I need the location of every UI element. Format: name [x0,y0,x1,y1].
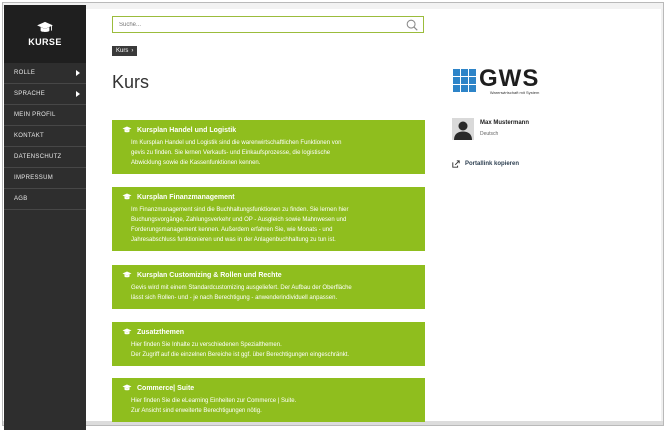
course-card-title: Kursplan Finanzmanagement [137,193,235,201]
course-card-zusatzthemen[interactable]: Zusatzthemen Hier finden Sie Inhalte zu … [112,322,425,366]
logo-square [469,77,476,84]
graduation-cap-icon [122,384,132,391]
course-card-header: Kursplan Handel und Logistik [122,126,417,134]
description-line: Im Finanzmanagement sind die Buchhaltung… [131,207,349,213]
sidebar-item-rolle[interactable]: ROLLE [4,63,86,84]
sidebar-logo[interactable]: KURSE [4,5,86,63]
logo-square [453,77,460,84]
description-line: gevis zu finden. Sie lernen Verkaufs- un… [131,150,331,156]
gws-logo-squares [453,69,476,92]
portal-link-label: Portallink kopieren [465,161,520,167]
description-line: Abwicklung sowie die Kassenfunktionen ke… [131,160,261,166]
graduation-cap-icon [122,328,132,335]
chevron-right-icon: › [131,48,134,54]
course-card-header: Kursplan Finanzmanagement [122,193,417,201]
right-edge-bar [661,9,663,425]
logo-square [453,85,460,92]
description-line: Der Zugriff auf die einzelnen Bereiche i… [131,352,350,358]
user-profile[interactable]: Max Mustermann Deutsch [452,118,529,140]
logo-square [461,69,468,76]
logo-square [461,85,468,92]
course-card-description: Im Finanzmanagement sind die Buchhaltung… [122,205,417,245]
description-line: Forderungsmanagement kennen. Außerdem er… [131,227,333,233]
external-link-icon [452,160,460,168]
gws-logo: GWS Warenwirtschaft mit System [453,65,540,96]
course-card-header: Zusatzthemen [122,328,417,336]
course-card-description: Im Kursplan Handel und Logistik sind die… [122,138,417,168]
logo-square [469,69,476,76]
description-line: Buchungsvorgänge, Zahlungsverkehr und OP… [131,217,347,223]
description-line: Im Kursplan Handel und Logistik sind die… [131,140,342,146]
page-title: Kurs [112,72,150,92]
search-input[interactable] [113,21,405,28]
sidebar-item-label: ROLLE [14,70,36,76]
description-line: Jahresabschluss funktionieren und was in… [131,237,336,243]
profile-info: Max Mustermann Deutsch [480,118,529,137]
course-card-commerce-suite[interactable]: Commerce| Suite Hier finden Sie die eLea… [112,378,425,422]
logo-square [469,85,476,92]
sidebar-brand: KURSE [28,37,62,47]
logo-square [461,77,468,84]
sidebar: KURSE ROLLE SPRACHE MEIN PROFIL KONTAKT … [4,5,86,430]
course-card-header: Commerce| Suite [122,384,417,392]
course-card-title: Commerce| Suite [137,384,195,392]
course-card-description: Gevis wird mit einem Standardcustomizing… [122,283,417,303]
course-card-title: Kursplan Customizing & Rollen und Rechte [137,271,282,279]
sidebar-item-datenschutz[interactable]: DATENSCHUTZ [4,147,86,168]
description-line: Zur Ansicht sind erweiterte Berechtigung… [131,408,262,414]
user-silhouette-icon [454,121,472,140]
course-card-description: Hier finden Sie die eLearning Einheiten … [122,396,417,416]
course-card-title: Kursplan Handel und Logistik [137,126,237,134]
breadcrumb[interactable]: Kurs › [112,46,138,56]
graduation-cap-icon [37,21,53,32]
graduation-cap-icon [122,193,132,200]
description-line: Hier finden Sie die eLearning Einheiten … [131,398,297,404]
sidebar-item-mein-profil[interactable]: MEIN PROFIL [4,105,86,126]
search-box [112,16,424,33]
graduation-cap-icon [122,126,132,133]
sidebar-item-label: DATENSCHUTZ [14,154,62,160]
profile-name: Max Mustermann [480,120,530,126]
course-card-title: Zusatzthemen [137,328,185,336]
description-line: Gevis wird mit einem Standardcustomizing… [131,285,352,291]
course-card-handel-logistik[interactable]: Kursplan Handel und Logistik Im Kursplan… [112,120,425,174]
sidebar-item-agb[interactable]: AGB [4,189,86,210]
breadcrumb-label: Kurs [116,48,129,54]
submenu-arrow-icon [76,91,80,97]
gws-logo-word: GWS [479,65,540,92]
course-card-header: Kursplan Customizing & Rollen und Rechte [122,271,417,279]
gws-logo-text: GWS Warenwirtschaft mit System [479,65,540,96]
top-strip [3,3,663,9]
graduation-cap-icon [122,271,132,278]
sidebar-item-label: AGB [14,196,28,202]
sidebar-item-label: IMPRESSUM [14,175,54,181]
sidebar-item-kontakt[interactable]: KONTAKT [4,126,86,147]
description-line: Hier finden Sie Inhalte zu verschiedenen… [131,342,282,348]
logo-square [453,69,460,76]
profile-language: Deutsch [480,131,499,137]
sidebar-item-sprache[interactable]: SPRACHE [4,84,86,105]
portal-link[interactable]: Portallink kopieren [452,160,519,168]
sidebar-item-label: SPRACHE [14,91,46,97]
sidebar-item-impressum[interactable]: IMPRESSUM [4,168,86,189]
submenu-arrow-icon [76,70,80,76]
sidebar-item-label: MEIN PROFIL [14,112,56,118]
sidebar-item-label: KONTAKT [14,133,44,139]
description-line: lässt sich Rollen- und - je nach Berecht… [131,295,338,301]
course-card-finanzmanagement[interactable]: Kursplan Finanzmanagement Im Finanzmanag… [112,187,425,251]
course-card-customizing[interactable]: Kursplan Customizing & Rollen und Rechte… [112,265,425,309]
course-card-description: Hier finden Sie Inhalte zu verschiedenen… [122,340,417,360]
search-icon[interactable] [405,18,419,32]
avatar [452,118,474,140]
